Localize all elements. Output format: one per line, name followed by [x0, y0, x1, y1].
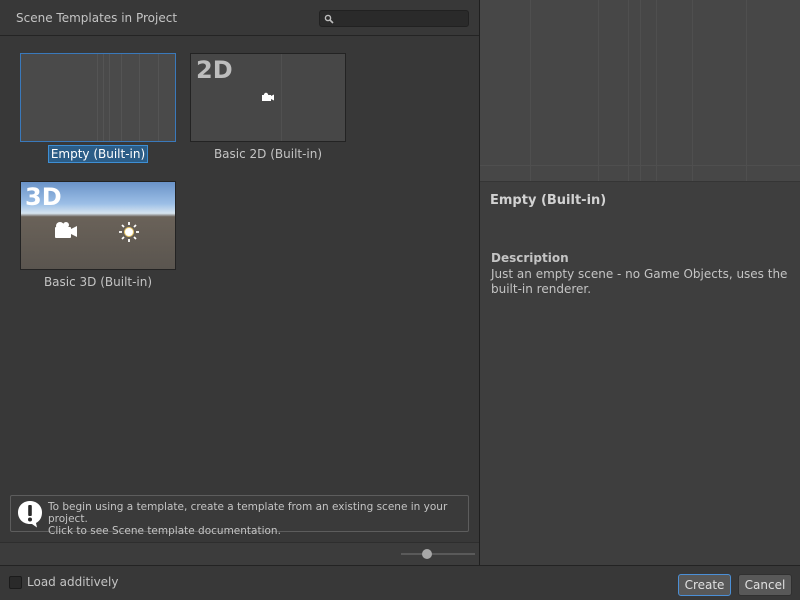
description-heading: Description	[491, 251, 569, 265]
dialog-footer: Load additively Create Cancel	[0, 565, 800, 600]
template-thumbnail-2d[interactable]: 2D	[190, 53, 346, 142]
template-browser-panel: Scene Templates in Project Empty (Built-…	[0, 0, 479, 565]
documentation-info-box[interactable]: To begin using a template, create a temp…	[10, 495, 469, 537]
template-details-panel: Empty (Built-in) Description Just an emp…	[480, 0, 800, 565]
load-additively-checkbox[interactable]	[9, 576, 22, 589]
search-icon	[324, 14, 334, 24]
cancel-button[interactable]: Cancel	[738, 574, 792, 596]
sun-light-icon	[119, 222, 139, 242]
thumbnail-2d-text: 2D	[196, 56, 233, 84]
info-message: To begin using a template, create a temp…	[48, 501, 468, 537]
browser-title: Scene Templates in Project	[16, 11, 178, 25]
camera-icon	[55, 222, 77, 238]
template-label-basic-2d[interactable]: Basic 2D (Built-in)	[190, 147, 346, 161]
template-label-empty[interactable]: Empty (Built-in)	[20, 145, 176, 163]
thumbnail-3d-text: 3D	[25, 183, 62, 211]
zoom-slider-thumb[interactable]	[421, 549, 432, 559]
template-label-basic-3d[interactable]: Basic 3D (Built-in)	[20, 275, 176, 289]
template-preview	[480, 0, 800, 181]
preview-separator	[480, 181, 800, 182]
info-line-1: To begin using a template, create a temp…	[48, 501, 448, 525]
description-text: Just an empty scene - no Game Objects, u…	[491, 267, 788, 296]
create-button[interactable]: Create	[678, 574, 731, 596]
search-input[interactable]	[319, 10, 469, 27]
browser-header: Scene Templates in Project	[0, 0, 479, 36]
zoom-slider-track[interactable]	[401, 553, 475, 555]
load-additively-label[interactable]: Load additively	[27, 575, 118, 589]
camera-icon	[262, 92, 274, 101]
template-thumbnail-3d[interactable]: 3D	[20, 181, 176, 270]
warning-exclamation-icon	[18, 501, 42, 528]
template-thumbnail-empty[interactable]	[20, 53, 176, 142]
info-line-2[interactable]: Click to see Scene template documentatio…	[48, 525, 468, 537]
template-title: Empty (Built-in)	[490, 193, 607, 208]
browser-footer	[0, 542, 479, 565]
